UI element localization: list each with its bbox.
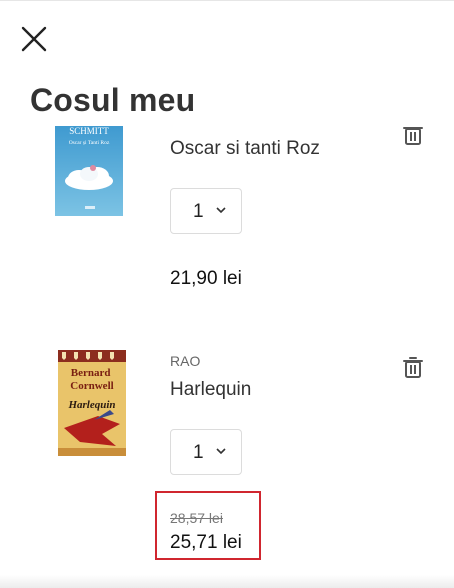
- book-cover-image[interactable]: Bernard Cornwell Harlequin: [58, 350, 126, 456]
- chevron-down-icon: [216, 207, 226, 214]
- close-icon[interactable]: [20, 25, 48, 53]
- cover-author-text: SCHMITT: [69, 126, 109, 136]
- quantity-select[interactable]: 1: [170, 188, 242, 234]
- quantity-value: 1: [193, 201, 204, 222]
- cover-author-first: Bernard: [71, 367, 111, 379]
- page-title: Cosul meu: [30, 82, 196, 118]
- item-price: 21,90 lei: [170, 268, 242, 289]
- svg-text:Bernard Cornwell: Bernard Cornwell: [70, 367, 113, 392]
- bottom-bar-shadow: [0, 575, 454, 588]
- cover-title-text: Oscar și Tanti Roz: [69, 140, 110, 146]
- book-title[interactable]: Oscar si tanti Roz: [170, 138, 320, 160]
- cover-author-last: Cornwell: [70, 380, 113, 392]
- cover-title-text: Harlequin: [67, 399, 115, 411]
- quantity-select[interactable]: 1: [170, 429, 242, 475]
- cart-item: Bernard Cornwell Harlequin RAO Harlequin…: [0, 345, 454, 575]
- cart-item: SCHMITT Oscar și Tanti Roz Oscar si tant…: [0, 126, 454, 326]
- top-divider: [0, 0, 454, 4]
- publisher-name: RAO: [170, 353, 201, 369]
- delete-icon[interactable]: [402, 355, 424, 379]
- quantity-value: 1: [193, 442, 204, 463]
- item-price: 25,71 lei: [170, 532, 242, 553]
- book-title[interactable]: Harlequin: [170, 379, 251, 401]
- chevron-down-icon: [216, 448, 226, 455]
- old-price: 28,57 lei: [170, 510, 223, 526]
- delete-icon[interactable]: [402, 126, 424, 146]
- book-cover-image[interactable]: SCHMITT Oscar și Tanti Roz: [55, 126, 123, 216]
